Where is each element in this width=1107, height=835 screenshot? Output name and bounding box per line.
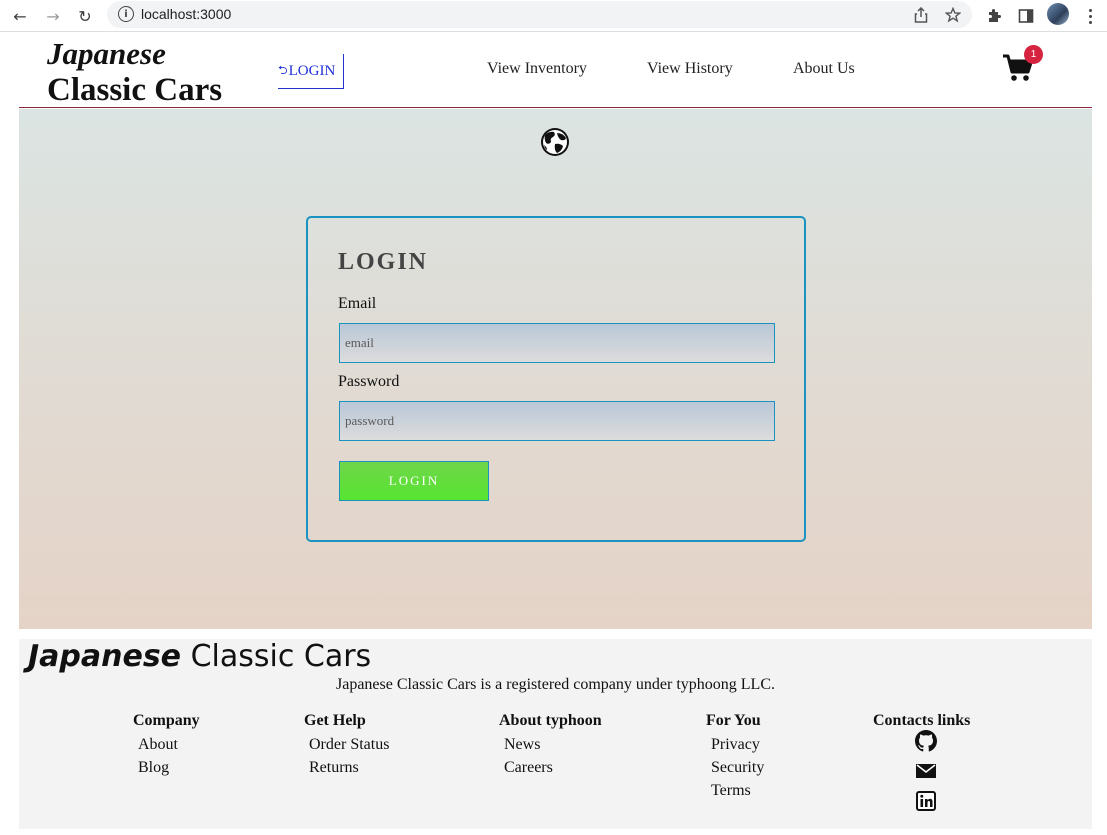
site-info-icon[interactable]: i — [118, 6, 134, 22]
login-title: LOGIN — [338, 249, 429, 275]
footer-title: Japanese Classic Cars — [28, 639, 371, 674]
nav-about-us[interactable]: About Us — [793, 60, 855, 78]
browser-menu-icon[interactable] — [1082, 5, 1098, 27]
footer-column-heading: Company — [133, 712, 200, 729]
footer-link-security[interactable]: Security — [711, 756, 764, 779]
site-footer: Japanese Classic Cars Japanese Classic C… — [19, 639, 1092, 829]
login-icon: ⮌ — [278, 62, 288, 77]
header-login-label: LOGIN — [288, 62, 336, 79]
back-icon[interactable]: ← — [8, 4, 32, 28]
footer-column-heading: About typhoon — [499, 712, 602, 729]
nav-view-inventory[interactable]: View Inventory — [487, 60, 587, 78]
cart-count-badge: 1 — [1024, 45, 1043, 64]
site-header: Japanese Classic Cars ⮌ LOGIN View Inven… — [19, 33, 1092, 108]
footer-column-company: Company About Blog — [133, 712, 200, 779]
mail-icon[interactable] — [915, 760, 937, 782]
extensions-icon[interactable] — [983, 5, 1005, 27]
footer-column-heading: For You — [706, 712, 761, 729]
footer-link-privacy[interactable]: Privacy — [711, 733, 764, 756]
footer-link-terms[interactable]: Terms — [711, 779, 764, 802]
browser-toolbar: ← → ↻ i localhost:3000 — [0, 0, 1107, 32]
linkedin-icon[interactable] — [915, 790, 937, 812]
footer-link-returns[interactable]: Returns — [309, 756, 389, 779]
contact-icons — [915, 730, 939, 820]
footer-title-rest: Classic Cars — [181, 639, 372, 674]
footer-title-italic: Japanese — [28, 639, 182, 674]
login-card: LOGIN Email email Password password LOGI… — [306, 216, 806, 542]
globe-icon — [539, 126, 571, 158]
address-url: localhost:3000 — [141, 6, 232, 22]
password-field[interactable]: password — [339, 401, 775, 441]
logo-line-1: Japanese — [47, 36, 166, 71]
profile-avatar[interactable] — [1047, 3, 1069, 25]
login-submit-button[interactable]: LOGIN — [339, 461, 489, 501]
email-field[interactable]: email — [339, 323, 775, 363]
footer-link-blog[interactable]: Blog — [138, 756, 200, 779]
address-bar[interactable]: i localhost:3000 — [107, 1, 972, 28]
password-label: Password — [338, 373, 400, 390]
forward-icon[interactable]: → — [41, 4, 65, 28]
reload-icon[interactable]: ↻ — [73, 4, 97, 28]
footer-column-get-help: Get Help Order Status Returns — [304, 712, 389, 779]
github-icon[interactable] — [915, 730, 937, 752]
header-login-link[interactable]: ⮌ LOGIN — [278, 54, 344, 89]
email-placeholder: email — [345, 335, 374, 350]
share-icon[interactable] — [912, 6, 930, 24]
footer-link-news[interactable]: News — [504, 733, 602, 756]
footer-column-heading: Contacts links — [873, 712, 971, 729]
password-placeholder: password — [345, 413, 395, 428]
footer-column-for-you: For You Privacy Security Terms — [706, 712, 764, 802]
footer-note: Japanese Classic Cars is a registered co… — [336, 676, 775, 693]
footer-column-heading: Get Help — [304, 712, 366, 729]
footer-link-about[interactable]: About — [138, 733, 200, 756]
footer-link-careers[interactable]: Careers — [504, 756, 602, 779]
footer-link-order-status[interactable]: Order Status — [309, 733, 389, 756]
email-label: Email — [338, 295, 377, 312]
side-panel-icon[interactable] — [1015, 5, 1037, 27]
bookmark-star-icon[interactable] — [944, 6, 962, 24]
footer-column-about-typhoon: About typhoon News Careers — [499, 712, 602, 779]
logo-line-2: Classic Cars — [47, 72, 223, 108]
nav-view-history[interactable]: View History — [647, 60, 733, 78]
site-logo[interactable]: Japanese Classic Cars — [47, 36, 222, 108]
main-content: LOGIN Email email Password password LOGI… — [19, 109, 1092, 629]
